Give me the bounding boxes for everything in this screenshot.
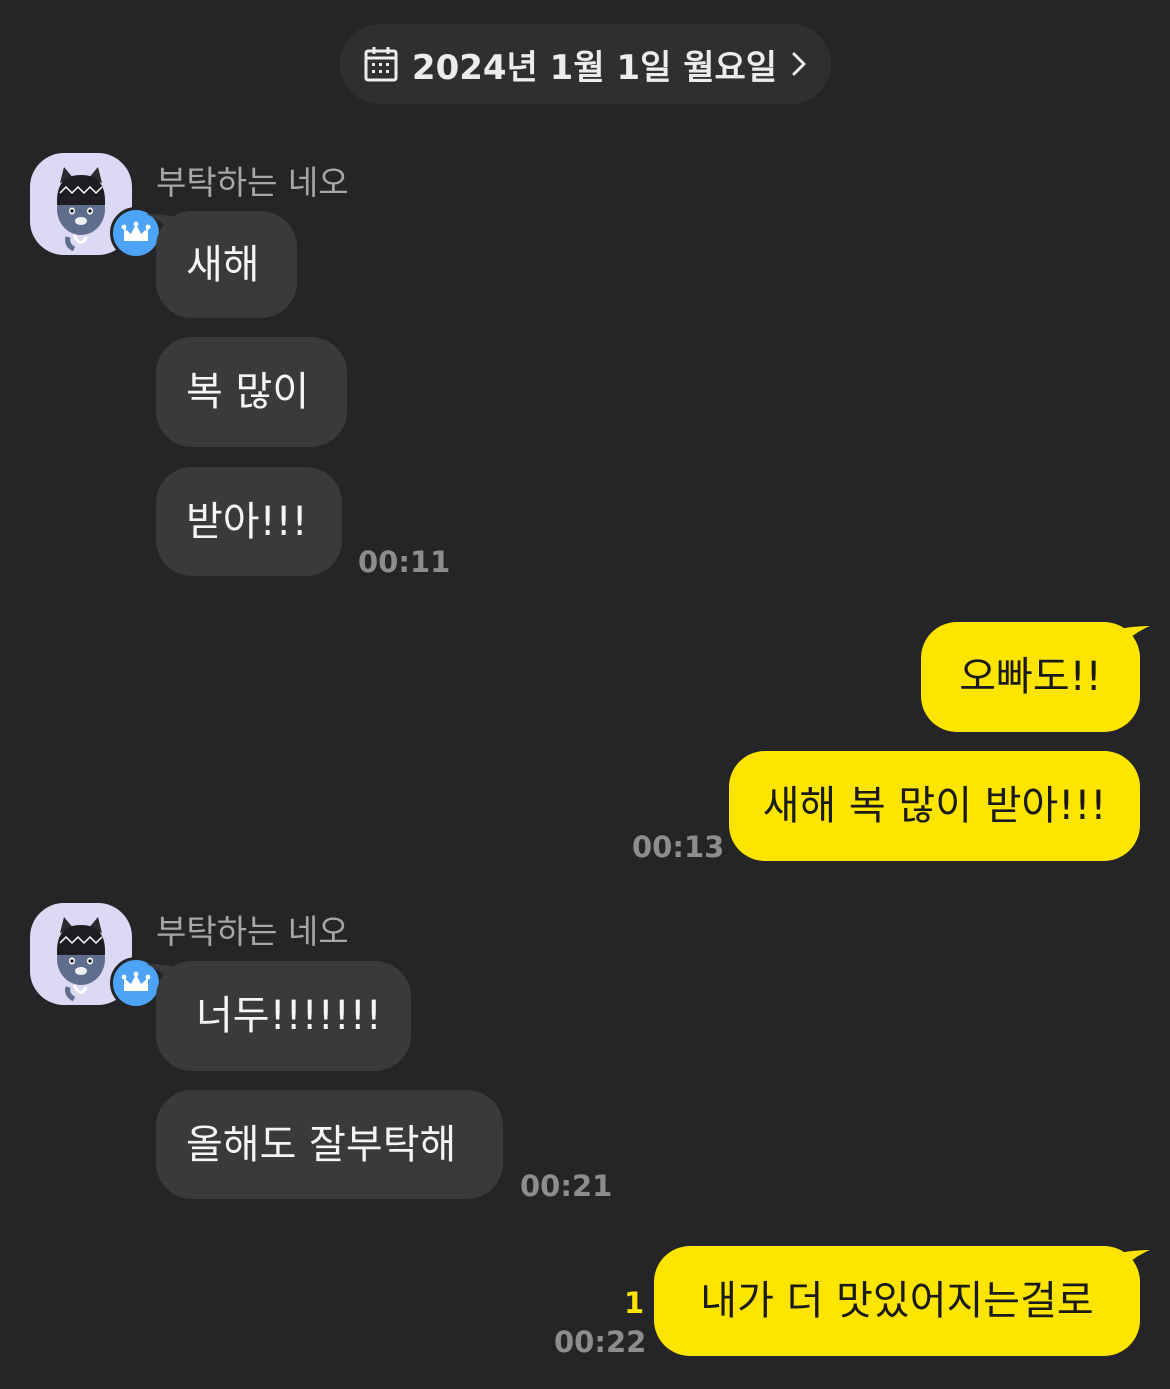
- avatar[interactable]: [30, 153, 162, 259]
- message-bubble[interactable]: 내가 더 맛있어지는걸로: [654, 1246, 1140, 1356]
- sender-name: 부탁하는 네오: [156, 163, 349, 202]
- message-bubble[interactable]: 오빠도!!: [921, 622, 1140, 732]
- calendar-icon: [364, 46, 398, 82]
- message-bubble[interactable]: 새해: [156, 211, 297, 318]
- message-bubble[interactable]: 새해 복 많이 받아!!!: [729, 751, 1140, 861]
- message-time: 00:13: [632, 830, 725, 864]
- avatar[interactable]: [30, 903, 162, 1009]
- date-label: 2024년 1월 1일 월요일: [411, 47, 778, 88]
- date-divider[interactable]: 2024년 1월 1일 월요일: [340, 24, 831, 104]
- sender-name: 부탁하는 네오: [156, 912, 349, 951]
- message-bubble[interactable]: 복 많이: [156, 337, 347, 447]
- message-bubble[interactable]: 받아!!!: [156, 467, 342, 576]
- message-bubble[interactable]: 올해도 잘부탁해: [156, 1090, 503, 1199]
- message-text: 오빠도!!: [959, 654, 1102, 700]
- message-time: 00:11: [358, 545, 451, 579]
- message-text: 너두!!!!!!!: [196, 993, 382, 1039]
- message-text: 새해 복 많이 받아!!!: [762, 783, 1107, 829]
- message-time: 00:22: [554, 1325, 647, 1359]
- message-time: 00:21: [520, 1169, 613, 1203]
- message-bubble[interactable]: 너두!!!!!!!: [156, 961, 411, 1071]
- unread-count: 1: [624, 1286, 645, 1320]
- message-text: 받아!!!: [186, 498, 308, 545]
- chevron-right-icon: [791, 51, 807, 77]
- message-text: 내가 더 맛있어지는걸로: [700, 1278, 1094, 1324]
- message-text: 새해: [186, 241, 260, 288]
- chat-screen: 2024년 1월 1일 월요일 부탁하는 네오 새해 복 많이 받아!!! 00…: [0, 0, 1170, 1389]
- message-text: 올해도 잘부탁해: [186, 1121, 457, 1168]
- message-text: 복 많이: [186, 369, 310, 415]
